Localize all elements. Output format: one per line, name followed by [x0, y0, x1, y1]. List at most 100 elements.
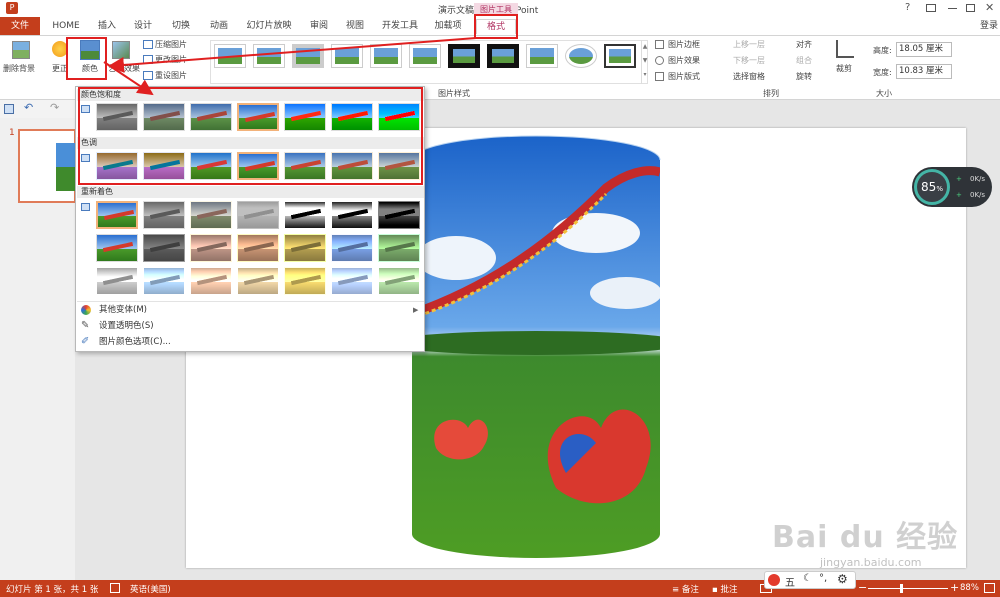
recolor-option-19[interactable] — [284, 267, 326, 295]
picture-style-3[interactable] — [292, 44, 324, 68]
recolor-option-2[interactable] — [143, 201, 185, 229]
ime-mode-label[interactable]: 五 — [785, 574, 795, 589]
recolor-option-18[interactable] — [237, 267, 279, 295]
picture-style-11[interactable] — [604, 44, 636, 68]
picture-style-6[interactable] — [409, 44, 441, 68]
picture-color-options-menu-item[interactable]: ✐ 图片颜色选项(C)... — [77, 334, 424, 350]
ime-moon-icon[interactable]: ☾ — [803, 573, 812, 584]
memory-gauge[interactable]: 85% — [914, 169, 950, 205]
ime-settings-icon[interactable]: ⚙ — [837, 572, 848, 586]
tab-view[interactable]: 视图 — [340, 19, 370, 34]
crop-button[interactable]: 裁剪 — [836, 63, 852, 74]
tab-developer[interactable]: 开发工具 — [378, 19, 422, 34]
bring-forward-button[interactable]: 上移一层 — [733, 39, 765, 50]
picture-style-1[interactable] — [214, 44, 246, 68]
recolor-option-16[interactable] — [143, 267, 185, 295]
zoom-level[interactable]: 88% — [960, 583, 979, 593]
recolor-option-13[interactable] — [331, 234, 373, 262]
thumbnail-picture — [56, 143, 76, 191]
picture-style-10[interactable] — [565, 44, 597, 68]
tab-slideshow[interactable]: 幻灯片放映 — [241, 19, 297, 34]
tab-home[interactable]: HOME — [46, 19, 86, 34]
recolor-option-7[interactable] — [378, 201, 420, 229]
tab-file[interactable]: 文件 — [0, 17, 40, 35]
zoom-slider-thumb[interactable] — [900, 584, 903, 593]
language-status[interactable]: 英语(美国) — [130, 583, 171, 595]
zoom-in-icon[interactable]: + — [950, 581, 959, 594]
redo-icon[interactable]: ↷ — [50, 101, 59, 114]
ime-paw-icon[interactable] — [768, 574, 780, 586]
recolor-option-21[interactable] — [378, 267, 420, 295]
picture-style-5[interactable] — [370, 44, 402, 68]
height-label: 高度: — [873, 46, 892, 55]
recolor-option-1[interactable] — [96, 201, 138, 229]
gallery-scroll-icon[interactable]: ▲ ▼ ▾ — [641, 40, 648, 84]
recolor-option-10[interactable] — [190, 234, 232, 262]
close-icon[interactable]: ✕ — [985, 1, 994, 14]
remove-background-icon[interactable] — [12, 41, 30, 59]
recolor-option-11[interactable] — [237, 234, 279, 262]
height-input[interactable]: 18.05 厘米 — [896, 42, 952, 57]
recolor-option-4[interactable] — [237, 201, 279, 229]
fit-slide-icon[interactable] — [984, 583, 995, 593]
more-variants-menu-item[interactable]: 其他变体(M) ▶ — [77, 302, 424, 318]
recolor-option-17[interactable] — [190, 267, 232, 295]
compress-icon[interactable] — [143, 40, 153, 49]
ime-punctuation-icon[interactable]: °, — [819, 573, 827, 584]
comments-label: 批注 — [720, 585, 738, 595]
artistic-effects-button[interactable]: 艺术效果 — [108, 63, 140, 74]
group-button[interactable]: 组合 — [796, 55, 812, 66]
recolor-option-15[interactable] — [96, 267, 138, 295]
slide-thumbnail[interactable] — [18, 129, 76, 203]
picture-style-2[interactable] — [253, 44, 285, 68]
tab-transitions[interactable]: 切换 — [166, 19, 196, 34]
tab-design[interactable]: 设计 — [128, 19, 158, 34]
width-input[interactable]: 10.83 厘米 — [896, 64, 952, 79]
rotate-button[interactable]: 旋转 — [796, 71, 812, 82]
selection-pane-button[interactable]: 选择窗格 — [733, 71, 765, 82]
set-transparent-color-menu-item[interactable]: ✎ 设置透明色(S) — [77, 318, 424, 334]
recolor-option-14[interactable] — [378, 234, 420, 262]
picture-style-9[interactable] — [526, 44, 558, 68]
restore-icon[interactable] — [926, 4, 936, 12]
recolor-option-8[interactable] — [96, 234, 138, 262]
change-picture-button[interactable]: 更改图片 — [155, 54, 187, 65]
undo-icon[interactable]: ↶ — [24, 101, 33, 114]
picture-style-4[interactable] — [331, 44, 363, 68]
picture-layout-icon — [655, 72, 664, 81]
help-button[interactable]: ? — [905, 2, 910, 13]
tab-insert[interactable]: 插入 — [92, 19, 122, 34]
send-backward-button[interactable]: 下移一层 — [733, 55, 765, 66]
picture-style-8[interactable] — [487, 44, 519, 68]
compress-pictures-button[interactable]: 压缩图片 — [155, 39, 187, 50]
reset-picture-button[interactable]: 重设图片 — [155, 70, 187, 81]
recolor-option-5[interactable] — [284, 201, 326, 229]
minimize-icon[interactable] — [948, 8, 957, 9]
crop-icon[interactable] — [836, 40, 854, 58]
picture-border-button[interactable]: 图片边框 — [668, 39, 700, 50]
picture-layout-button[interactable]: 图片版式 — [668, 71, 700, 82]
tab-animations[interactable]: 动画 — [204, 19, 234, 34]
zoom-slider[interactable] — [868, 584, 948, 593]
notes-button[interactable]: ≡ 备注 — [672, 583, 699, 595]
recolor-option-6[interactable] — [331, 201, 373, 229]
recolor-option-3[interactable] — [190, 201, 232, 229]
artistic-effects-icon[interactable] — [112, 41, 130, 59]
change-picture-icon[interactable] — [143, 55, 153, 64]
tab-addins[interactable]: 加载项 — [430, 19, 466, 34]
comments-button[interactable]: ▪ 批注 — [712, 583, 737, 595]
maximize-icon[interactable] — [966, 4, 975, 12]
recolor-option-12[interactable] — [284, 234, 326, 262]
picture-style-7[interactable] — [448, 44, 480, 68]
zoom-out-icon[interactable]: − — [858, 581, 867, 594]
recolor-option-20[interactable] — [331, 267, 373, 295]
login-link[interactable]: 登录 — [978, 19, 1000, 34]
tab-review[interactable]: 审阅 — [304, 19, 334, 34]
spelling-icon[interactable] — [110, 583, 120, 593]
recolor-option-9[interactable] — [143, 234, 185, 262]
remove-background-button[interactable]: 删除背景 — [3, 63, 35, 74]
reset-picture-icon[interactable] — [143, 71, 153, 80]
picture-effects-button[interactable]: 图片效果 — [668, 55, 700, 66]
align-button[interactable]: 对齐 — [796, 39, 812, 50]
save-icon[interactable] — [4, 104, 14, 114]
